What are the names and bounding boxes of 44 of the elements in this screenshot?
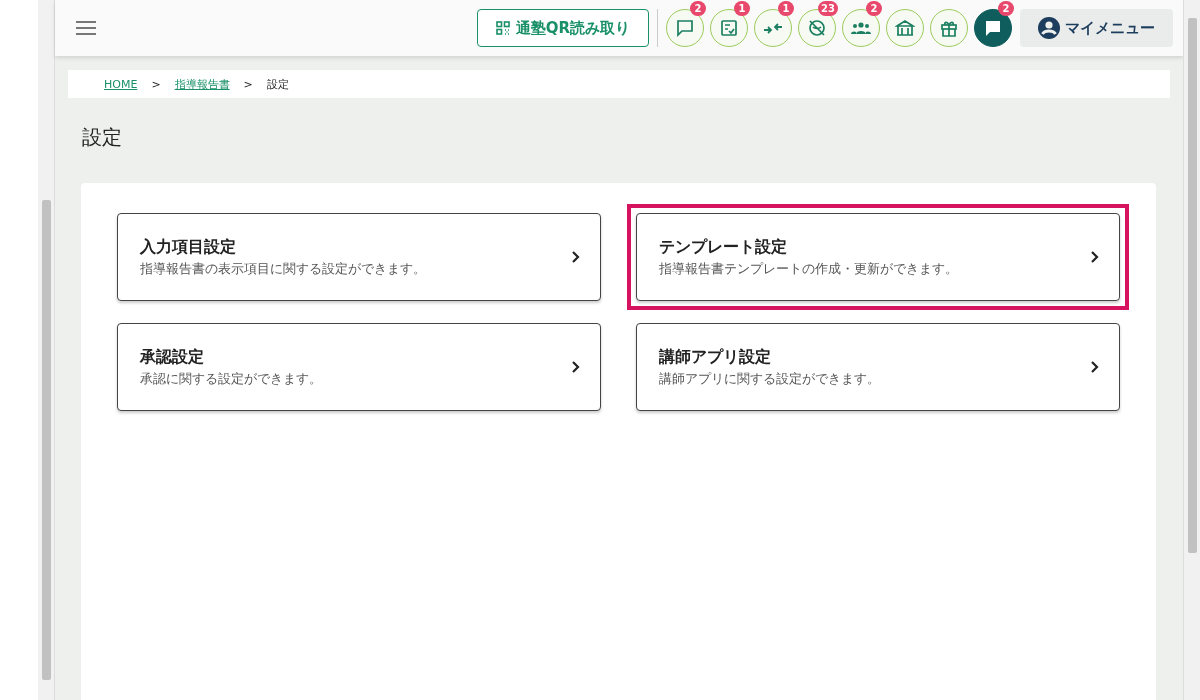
count-badge: 2 bbox=[998, 1, 1014, 16]
card-description: 指導報告書テンプレートの作成・更新ができます。 bbox=[659, 259, 959, 278]
crossed-eye-icon bbox=[808, 19, 826, 37]
count-badge: 1 bbox=[778, 1, 794, 16]
settings-card[interactable]: 承認設定 承認に関する設定ができます。 bbox=[117, 323, 601, 411]
page-title: 設定 bbox=[82, 124, 123, 151]
user-avatar-icon bbox=[1038, 17, 1060, 39]
card-title: 入力項目設定 bbox=[140, 236, 237, 258]
checklist-icon bbox=[720, 19, 738, 37]
card-description: 承認に関する設定ができます。 bbox=[140, 369, 323, 388]
card-title: 承認設定 bbox=[140, 346, 205, 368]
chat-icon bbox=[984, 19, 1002, 37]
card-title: 講師アプリ設定 bbox=[659, 346, 772, 368]
people-icon bbox=[851, 20, 871, 36]
chevron-right-icon bbox=[1090, 250, 1099, 264]
count-badge: 23 bbox=[818, 1, 838, 16]
menu-button[interactable] bbox=[75, 20, 97, 36]
breadcrumb-separator: > bbox=[151, 77, 161, 91]
settings-card[interactable]: テンプレート設定 指導報告書テンプレートの作成・更新ができます。 bbox=[636, 213, 1120, 301]
chevron-right-icon bbox=[571, 250, 580, 264]
card-title: テンプレート設定 bbox=[659, 236, 788, 258]
scrollbar[interactable] bbox=[1183, 0, 1200, 700]
count-badge: 1 bbox=[734, 1, 750, 16]
breadcrumb-link[interactable]: HOME bbox=[104, 77, 138, 91]
settings-card[interactable]: 講師アプリ設定 講師アプリに関する設定ができます。 bbox=[636, 323, 1120, 411]
qr-scan-button[interactable]: 通塾QR読み取り bbox=[476, 9, 649, 47]
chevron-right-icon bbox=[571, 360, 580, 374]
chat-icon bbox=[676, 19, 694, 37]
gift-button[interactable] bbox=[930, 9, 968, 47]
building-icon bbox=[895, 19, 915, 37]
store-button[interactable] bbox=[886, 9, 924, 47]
my-menu-button[interactable]: マイメニュー bbox=[1020, 9, 1173, 47]
breadcrumb-current: 設定 bbox=[266, 76, 289, 92]
count-badge: 2 bbox=[690, 1, 706, 16]
breadcrumb-separator: > bbox=[243, 77, 253, 91]
breadcrumb-link[interactable]: 指導報告書 bbox=[174, 76, 230, 92]
card-description: 講師アプリに関する設定ができます。 bbox=[659, 369, 881, 388]
count-badge: 2 bbox=[866, 1, 882, 16]
gift-icon bbox=[940, 19, 958, 37]
chevron-right-icon bbox=[1090, 360, 1099, 374]
qr-code-icon bbox=[495, 21, 510, 35]
settings-card[interactable]: 入力項目設定 指導報告書の表示項目に関する設定ができます。 bbox=[117, 213, 601, 301]
scrollbar[interactable] bbox=[38, 0, 55, 700]
card-description: 指導報告書の表示項目に関する設定ができます。 bbox=[140, 259, 427, 278]
